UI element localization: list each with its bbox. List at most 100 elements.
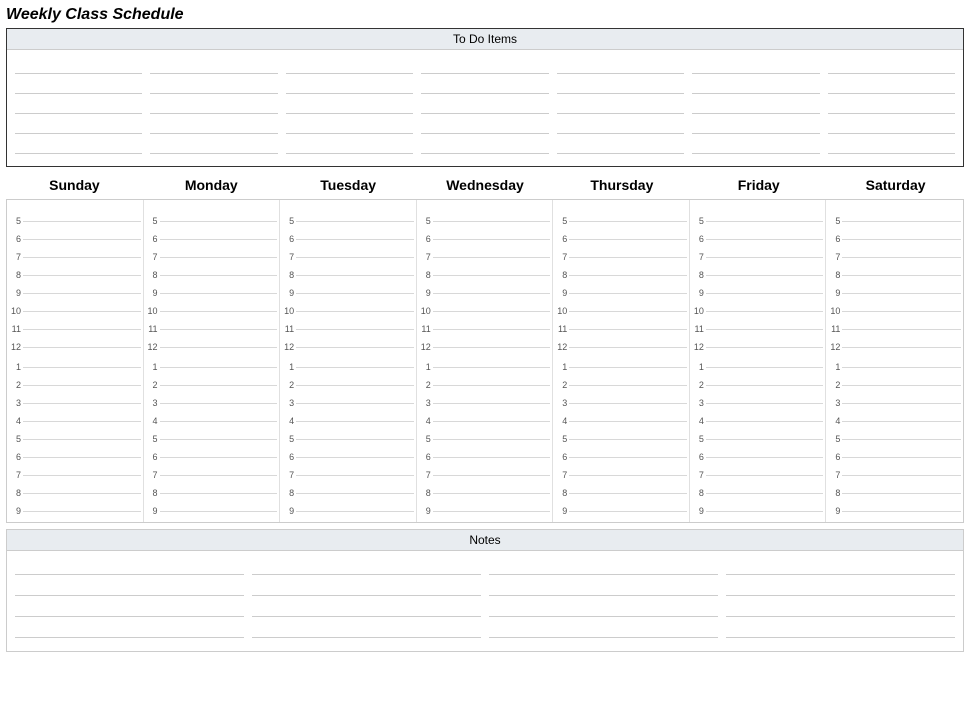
time-slot-line[interactable]	[296, 493, 414, 494]
time-slot-line[interactable]	[706, 311, 824, 312]
time-slot-line[interactable]	[23, 221, 141, 222]
time-slot-line[interactable]	[160, 293, 278, 294]
time-slot-line[interactable]	[433, 347, 551, 348]
time-slot-line[interactable]	[569, 457, 687, 458]
time-slot-line[interactable]	[842, 293, 961, 294]
time-slot-line[interactable]	[296, 293, 414, 294]
todo-line[interactable]	[557, 98, 684, 114]
time-slot-line[interactable]	[569, 275, 687, 276]
time-slot-line[interactable]	[433, 329, 551, 330]
time-slot-line[interactable]	[842, 347, 961, 348]
todo-line[interactable]	[150, 78, 277, 94]
time-slot-line[interactable]	[296, 457, 414, 458]
notes-line[interactable]	[15, 580, 244, 596]
time-slot-line[interactable]	[706, 257, 824, 258]
time-slot-line[interactable]	[160, 403, 278, 404]
time-slot-line[interactable]	[842, 511, 961, 512]
time-slot-line[interactable]	[433, 385, 551, 386]
todo-line[interactable]	[692, 98, 819, 114]
todo-line[interactable]	[692, 138, 819, 154]
time-slot-line[interactable]	[842, 475, 961, 476]
todo-line[interactable]	[15, 118, 142, 134]
time-slot-line[interactable]	[842, 275, 961, 276]
todo-line[interactable]	[421, 58, 548, 74]
todo-line[interactable]	[150, 58, 277, 74]
time-slot-line[interactable]	[842, 457, 961, 458]
time-slot-line[interactable]	[842, 239, 961, 240]
todo-line[interactable]	[15, 78, 142, 94]
time-slot-line[interactable]	[23, 511, 141, 512]
time-slot-line[interactable]	[160, 329, 278, 330]
time-slot-line[interactable]	[160, 439, 278, 440]
todo-line[interactable]	[828, 98, 955, 114]
time-slot-line[interactable]	[569, 239, 687, 240]
time-slot-line[interactable]	[296, 421, 414, 422]
time-slot-line[interactable]	[842, 329, 961, 330]
notes-line[interactable]	[489, 559, 718, 575]
time-slot-line[interactable]	[706, 385, 824, 386]
todo-line[interactable]	[692, 78, 819, 94]
time-slot-line[interactable]	[842, 493, 961, 494]
time-slot-line[interactable]	[706, 493, 824, 494]
time-slot-line[interactable]	[23, 493, 141, 494]
time-slot-line[interactable]	[23, 403, 141, 404]
time-slot-line[interactable]	[23, 385, 141, 386]
time-slot-line[interactable]	[569, 475, 687, 476]
time-slot-line[interactable]	[569, 403, 687, 404]
todo-line[interactable]	[828, 118, 955, 134]
todo-line[interactable]	[828, 78, 955, 94]
notes-line[interactable]	[726, 580, 955, 596]
time-slot-line[interactable]	[296, 275, 414, 276]
time-slot-line[interactable]	[706, 421, 824, 422]
time-slot-line[interactable]	[569, 347, 687, 348]
time-slot-line[interactable]	[433, 457, 551, 458]
notes-line[interactable]	[15, 601, 244, 617]
todo-line[interactable]	[557, 58, 684, 74]
time-slot-line[interactable]	[706, 511, 824, 512]
todo-line[interactable]	[15, 138, 142, 154]
time-slot-line[interactable]	[706, 403, 824, 404]
time-slot-line[interactable]	[160, 239, 278, 240]
time-slot-line[interactable]	[433, 493, 551, 494]
todo-line[interactable]	[15, 98, 142, 114]
time-slot-line[interactable]	[433, 367, 551, 368]
todo-line[interactable]	[421, 138, 548, 154]
todo-line[interactable]	[286, 98, 413, 114]
time-slot-line[interactable]	[569, 257, 687, 258]
todo-line[interactable]	[15, 58, 142, 74]
time-slot-line[interactable]	[296, 439, 414, 440]
time-slot-line[interactable]	[569, 329, 687, 330]
todo-line[interactable]	[286, 118, 413, 134]
todo-line[interactable]	[286, 138, 413, 154]
todo-line[interactable]	[692, 58, 819, 74]
time-slot-line[interactable]	[160, 385, 278, 386]
time-slot-line[interactable]	[160, 367, 278, 368]
time-slot-line[interactable]	[160, 475, 278, 476]
time-slot-line[interactable]	[706, 275, 824, 276]
todo-line[interactable]	[692, 118, 819, 134]
time-slot-line[interactable]	[296, 347, 414, 348]
time-slot-line[interactable]	[433, 421, 551, 422]
time-slot-line[interactable]	[160, 347, 278, 348]
time-slot-line[interactable]	[23, 311, 141, 312]
notes-line[interactable]	[489, 580, 718, 596]
time-slot-line[interactable]	[706, 329, 824, 330]
time-slot-line[interactable]	[160, 311, 278, 312]
time-slot-line[interactable]	[842, 385, 961, 386]
notes-line[interactable]	[489, 622, 718, 638]
time-slot-line[interactable]	[842, 257, 961, 258]
time-slot-line[interactable]	[23, 421, 141, 422]
todo-line[interactable]	[286, 58, 413, 74]
time-slot-line[interactable]	[296, 403, 414, 404]
time-slot-line[interactable]	[842, 221, 961, 222]
notes-line[interactable]	[726, 601, 955, 617]
time-slot-line[interactable]	[433, 221, 551, 222]
notes-line[interactable]	[252, 622, 481, 638]
time-slot-line[interactable]	[433, 293, 551, 294]
time-slot-line[interactable]	[433, 439, 551, 440]
time-slot-line[interactable]	[842, 439, 961, 440]
todo-line[interactable]	[421, 118, 548, 134]
time-slot-line[interactable]	[23, 257, 141, 258]
time-slot-line[interactable]	[842, 367, 961, 368]
todo-line[interactable]	[150, 118, 277, 134]
